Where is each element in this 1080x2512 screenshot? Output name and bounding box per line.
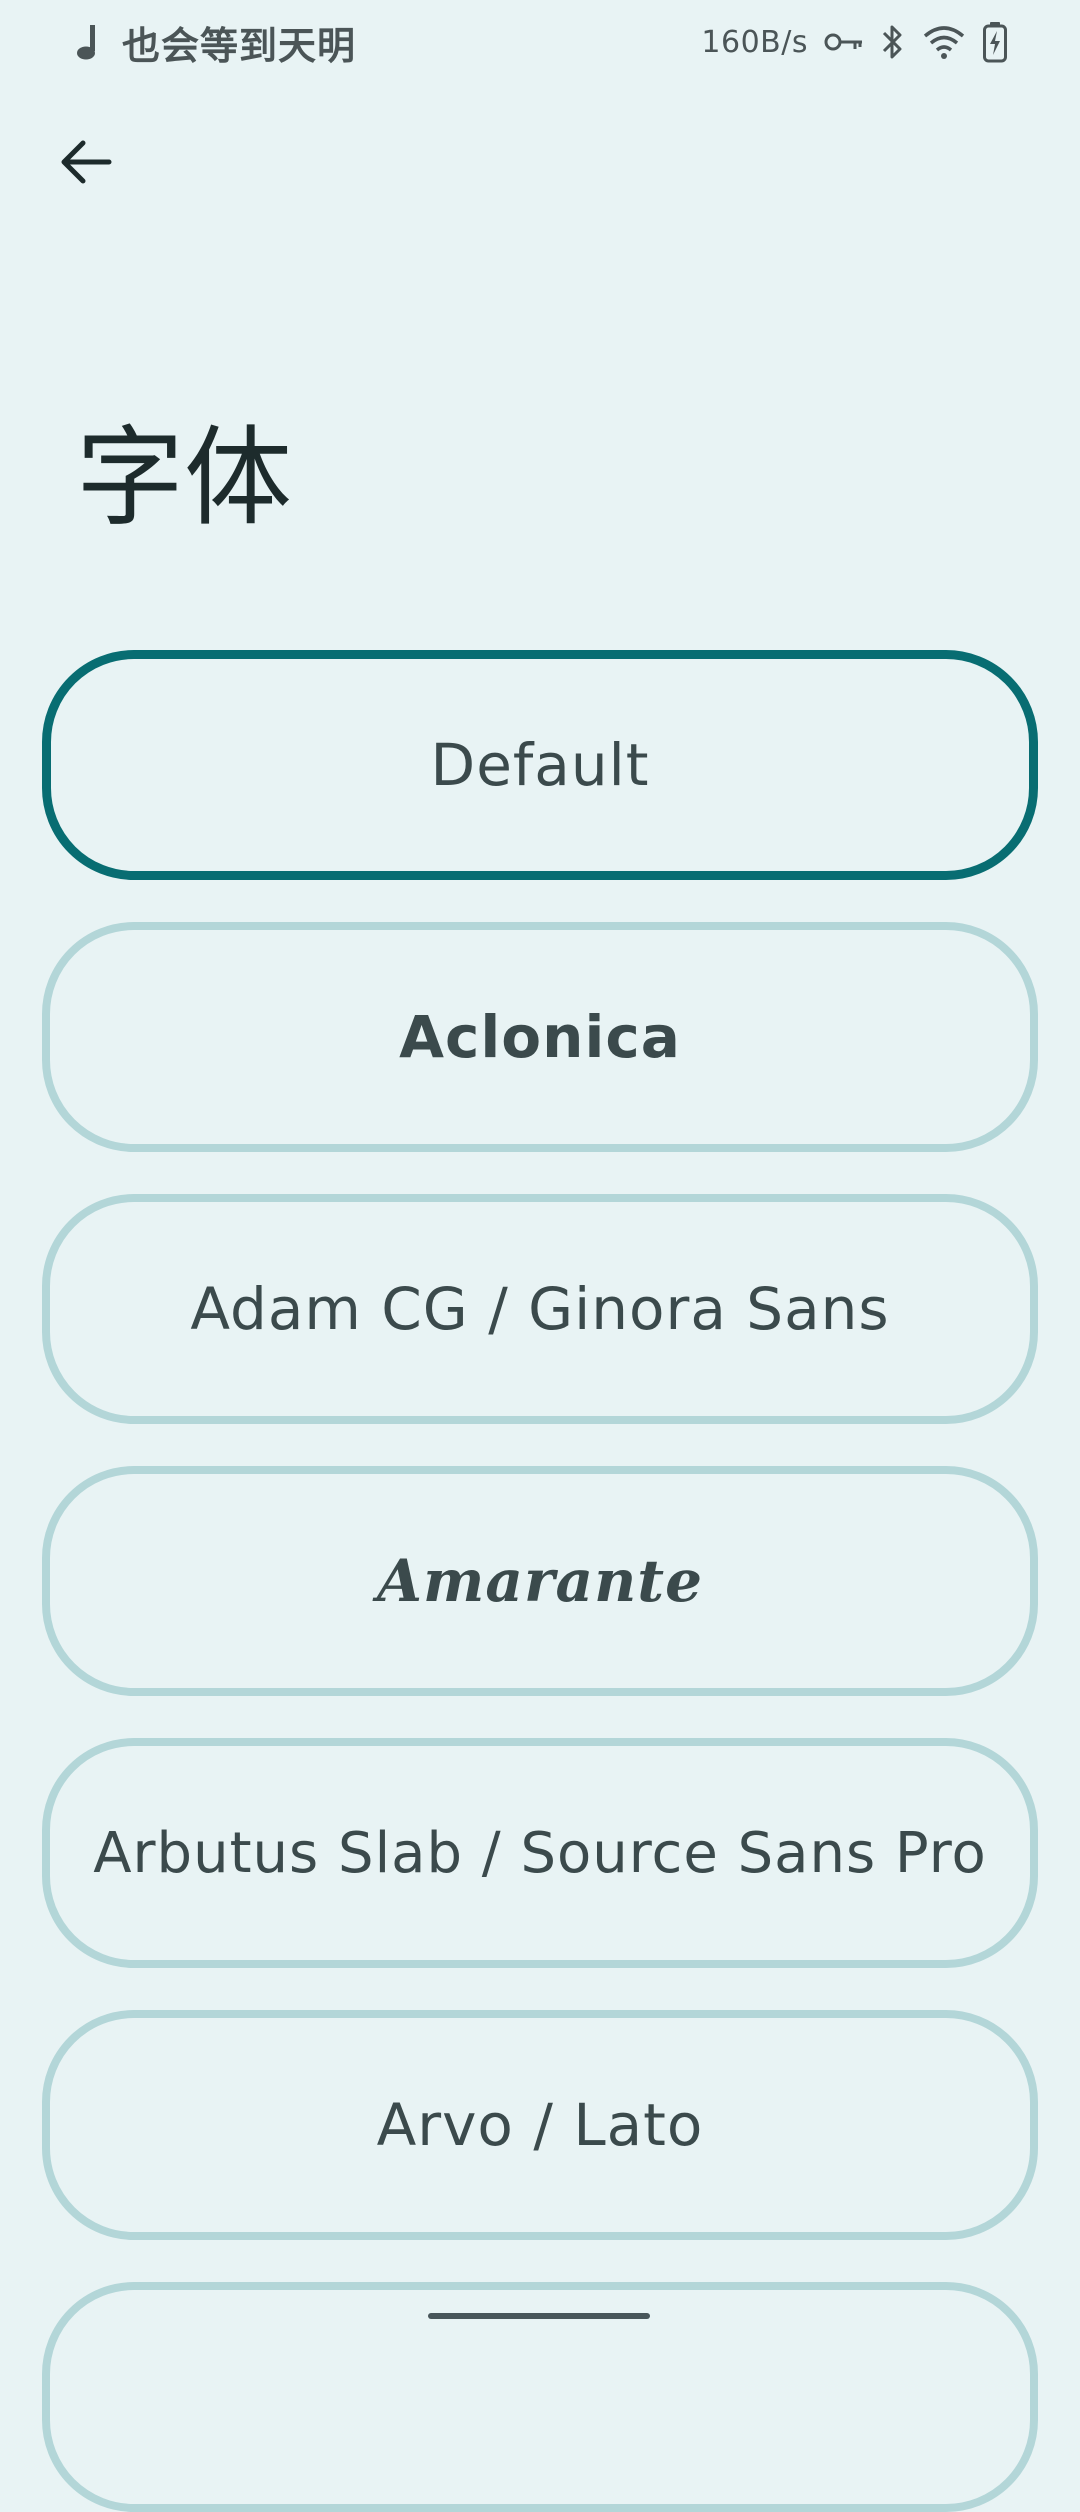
music-note-icon bbox=[72, 22, 104, 62]
arrow-left-icon bbox=[59, 135, 113, 193]
font-option-default[interactable]: Default bbox=[42, 650, 1038, 880]
back-button[interactable] bbox=[44, 122, 128, 206]
font-option-aclonica[interactable]: Aclonica bbox=[42, 922, 1038, 1152]
wifi-icon bbox=[922, 24, 966, 60]
network-speed: 160B/s bbox=[701, 24, 808, 60]
vpn-key-icon bbox=[824, 30, 864, 54]
font-option-amarante[interactable]: Amarante bbox=[42, 1466, 1038, 1696]
home-indicator[interactable] bbox=[428, 2313, 650, 2319]
status-right: 160B/s bbox=[701, 14, 1008, 70]
font-options-list: Default Aclonica Adam CG / Ginora Sans A… bbox=[42, 650, 1038, 2282]
now-playing-text: 也会等到天明 bbox=[122, 23, 357, 68]
status-left: 也会等到天明 bbox=[72, 14, 356, 70]
status-bar: 也会等到天明 160B/s bbox=[0, 0, 1080, 84]
page-title: 字体 bbox=[76, 416, 293, 541]
bluetooth-icon bbox=[880, 22, 906, 62]
font-option-arvo-lato[interactable]: Arvo / Lato bbox=[42, 2010, 1038, 2240]
font-option-arbutus-slab-source-sans-pro[interactable]: Arbutus Slab / Source Sans Pro bbox=[42, 1738, 1038, 1968]
font-option-adam-cg-ginora-sans[interactable]: Adam CG / Ginora Sans bbox=[42, 1194, 1038, 1424]
battery-charging-icon bbox=[982, 21, 1008, 63]
